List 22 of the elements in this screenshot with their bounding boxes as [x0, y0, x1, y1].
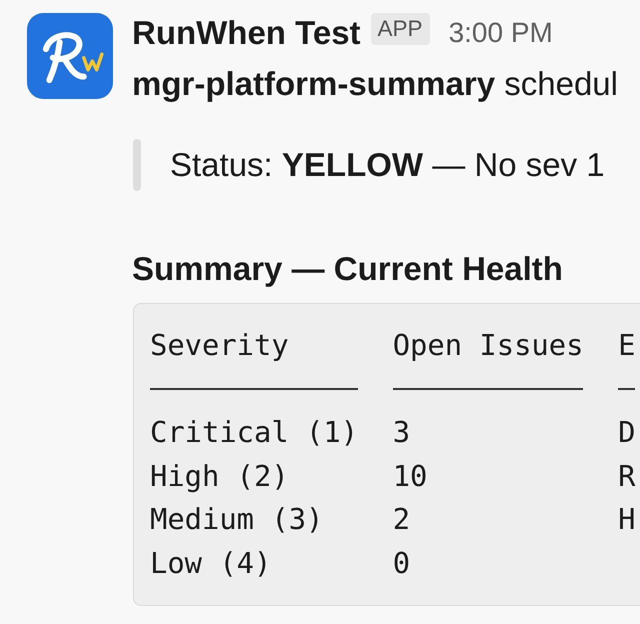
- column-3-text: R: [618, 458, 636, 494]
- issue-count: 3: [392, 414, 410, 451]
- app-badge: APP: [370, 13, 430, 45]
- column-3-text: D: [618, 414, 636, 451]
- quote-bar: [133, 139, 141, 191]
- severity-label: Low (4): [150, 544, 272, 582]
- timestamp[interactable]: 3:00 PM: [448, 13, 553, 53]
- app-logo-icon[interactable]: [27, 13, 113, 99]
- status-text: Status: YELLOW — No sev 1: [170, 145, 605, 185]
- section-heading: Summary — Current Health: [132, 249, 564, 289]
- severity-label: High (2): [150, 458, 289, 494]
- column-heading: E: [618, 327, 636, 364]
- severity-label: Critical (1): [150, 414, 358, 451]
- message-text: mgr-platform-summary schedul: [132, 64, 619, 104]
- issue-count: 0: [392, 544, 410, 582]
- column-heading: Severity: [150, 327, 289, 364]
- column-3-text: H: [618, 501, 636, 538]
- sender-name[interactable]: RunWhen Test: [132, 13, 361, 53]
- severity-label: Medium (3): [150, 501, 324, 538]
- column-heading: Open Issues: [392, 327, 584, 364]
- issue-count: 2: [392, 501, 410, 538]
- issue-count: 10: [392, 458, 428, 494]
